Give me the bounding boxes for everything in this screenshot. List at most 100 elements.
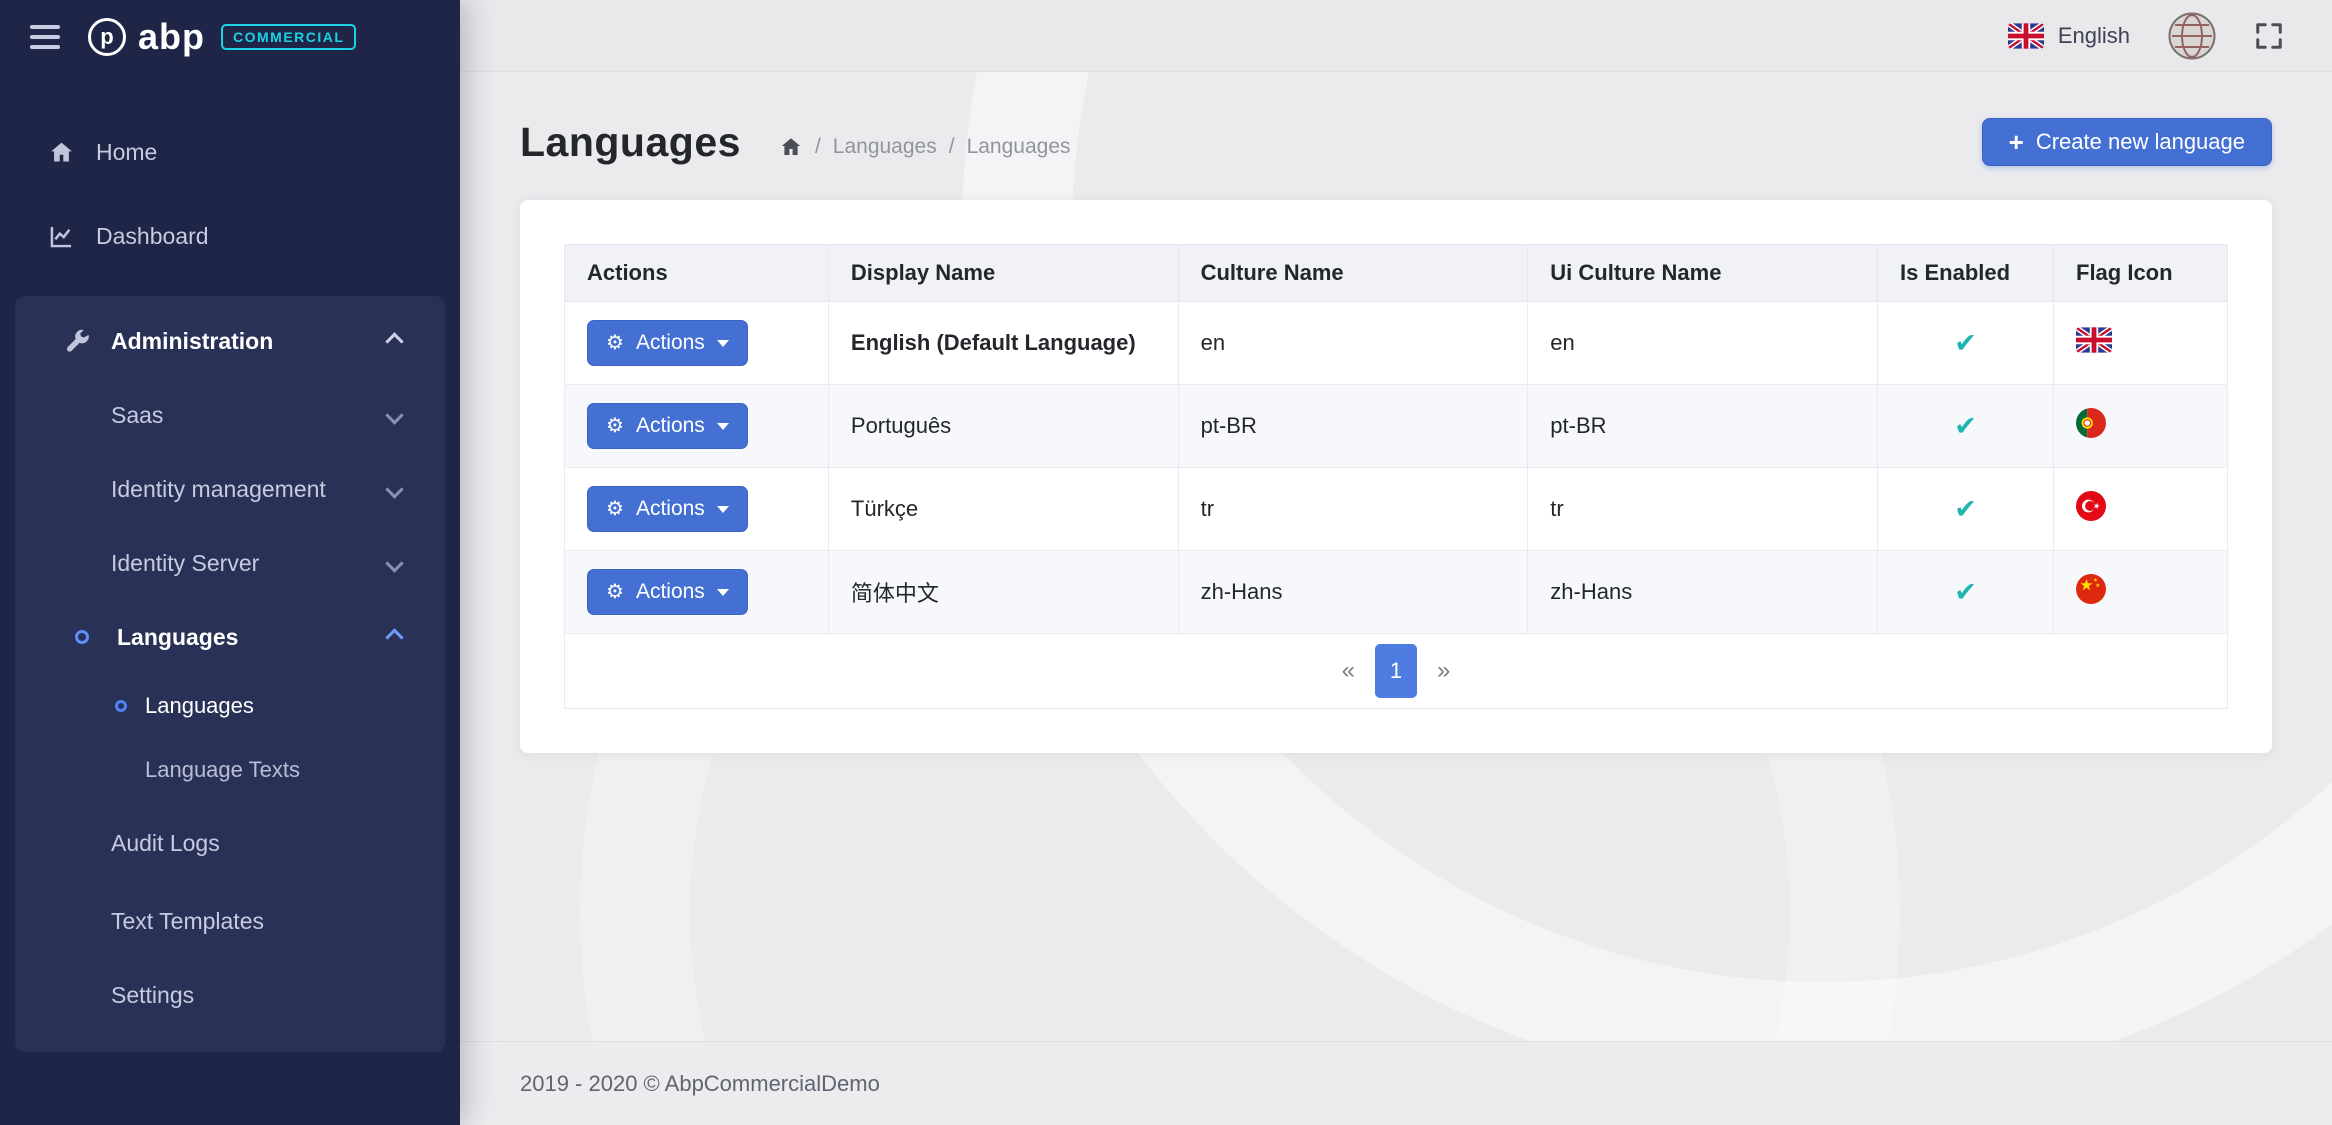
abp-logo-mark-icon: p [88, 18, 126, 56]
sidebar-item-text-templates[interactable]: Text Templates [15, 884, 445, 958]
sidebar-item-label: Languages [117, 624, 238, 651]
sidebar-item-label: Dashboard [96, 223, 209, 250]
menu-toggle-icon[interactable] [30, 25, 60, 49]
breadcrumb-home-icon[interactable] [779, 135, 803, 159]
sidebar-item-languages[interactable]: Languages [15, 600, 445, 674]
languages-card: ActionsDisplay NameCulture NameUi Cultur… [520, 200, 2272, 753]
caret-down-icon [717, 589, 729, 596]
display-name-cell: 简体中文 [828, 551, 1178, 634]
column-header: Display Name [828, 245, 1178, 302]
sidebar-item-identity-server[interactable]: Identity Server [15, 526, 445, 600]
flag-cell [2054, 385, 2228, 468]
column-header: Is Enabled [1878, 245, 2054, 302]
sidebar-item-label: Text Templates [111, 908, 264, 935]
ui-culture-name-cell: tr [1528, 468, 1878, 551]
display-name-cell: English (Default Language) [828, 302, 1178, 385]
chevron-down-icon [385, 406, 403, 424]
sidebar-item-label: Language Texts [145, 757, 300, 783]
display-name-cell: Türkçe [828, 468, 1178, 551]
actions-cell: ⚙ Actions [565, 302, 829, 385]
row-actions-button[interactable]: ⚙ Actions [587, 403, 748, 449]
chevron-down-icon [385, 480, 403, 498]
breadcrumb-item[interactable]: Languages [967, 135, 1071, 159]
sidebar-item-label: Languages [145, 693, 254, 719]
pagination-page-1-button[interactable]: 1 [1375, 644, 1417, 698]
gear-icon: ⚙ [606, 582, 624, 602]
flag-cell [2054, 551, 2228, 634]
display-name-cell: Português [828, 385, 1178, 468]
actions-cell: ⚙ Actions [565, 385, 829, 468]
culture-name-cell: pt-BR [1178, 385, 1528, 468]
caret-down-icon [717, 340, 729, 347]
commercial-badge: COMMERCIAL [221, 24, 356, 50]
pagination-prev-button[interactable]: « [1324, 657, 1373, 685]
breadcrumb-separator: / [949, 135, 955, 159]
plus-icon: + [2009, 129, 2024, 155]
home-icon [44, 139, 78, 166]
sidebar-item-audit-logs[interactable]: Audit Logs [15, 802, 445, 884]
column-header: Actions [565, 245, 829, 302]
sidebar-header: p abp COMMERCIAL [0, 0, 460, 74]
abp-logo-text: abp [138, 16, 205, 58]
actions-button-label: Actions [636, 331, 705, 355]
sidebar-nav: Home Dashboard Administration Saas Ident… [0, 74, 460, 1125]
pagination-next-button[interactable]: » [1419, 657, 1468, 685]
language-switcher[interactable]: English [2008, 23, 2130, 49]
actions-cell: ⚙ Actions [565, 551, 829, 634]
check-icon: ✔ [1954, 328, 1977, 358]
is-enabled-cell: ✔ [1878, 468, 2054, 551]
culture-name-cell: zh-Hans [1178, 551, 1528, 634]
create-button-label: Create new language [2036, 129, 2245, 155]
row-actions-button[interactable]: ⚙ Actions [587, 569, 748, 615]
column-header: Culture Name [1178, 245, 1528, 302]
sidebar-item-saas[interactable]: Saas [15, 378, 445, 452]
gear-icon: ⚙ [606, 416, 624, 436]
ui-culture-name-cell: zh-Hans [1528, 551, 1878, 634]
culture-name-cell: tr [1178, 468, 1528, 551]
page-title: Languages [520, 119, 741, 166]
sidebar: p abp COMMERCIAL Home Dashboard Administ… [0, 0, 460, 1125]
footer: 2019 - 2020 © AbpCommercialDemo [460, 1041, 2332, 1125]
topbar: English [460, 0, 2332, 72]
culture-name-cell: en [1178, 302, 1528, 385]
sidebar-item-administration[interactable]: Administration [15, 304, 445, 378]
table-header-row: ActionsDisplay NameCulture NameUi Cultur… [565, 245, 2228, 302]
check-icon: ✔ [1954, 411, 1977, 441]
sidebar-item-dashboard[interactable]: Dashboard [0, 194, 460, 278]
abp-logo[interactable]: p abp COMMERCIAL [88, 16, 356, 58]
portugal-flag-icon [2076, 408, 2106, 438]
column-header: Ui Culture Name [1528, 245, 1878, 302]
chevron-down-icon [385, 554, 403, 572]
gear-icon: ⚙ [606, 333, 624, 353]
sidebar-item-home[interactable]: Home [0, 110, 460, 194]
breadcrumb-item[interactable]: Languages [833, 135, 937, 159]
chevron-up-icon [385, 332, 403, 350]
is-enabled-cell: ✔ [1878, 302, 2054, 385]
column-header: Flag Icon [2054, 245, 2228, 302]
bullet-ring-icon [115, 700, 127, 712]
sidebar-item-languages-child[interactable]: Languages [15, 674, 445, 738]
languages-table: ActionsDisplay NameCulture NameUi Cultur… [564, 244, 2228, 709]
fullscreen-icon[interactable] [2254, 21, 2284, 51]
create-new-language-button[interactable]: + Create new language [1982, 118, 2272, 166]
ui-culture-name-cell: pt-BR [1528, 385, 1878, 468]
table-row: ⚙ Actions English (Default Language) en … [565, 302, 2228, 385]
check-icon: ✔ [1954, 494, 1977, 524]
user-avatar[interactable] [2168, 12, 2216, 60]
row-actions-button[interactable]: ⚙ Actions [587, 320, 748, 366]
breadcrumb-separator: / [815, 135, 821, 159]
sidebar-item-language-texts[interactable]: Language Texts [15, 738, 445, 802]
sidebar-item-label: Identity management [111, 476, 326, 503]
china-flag-icon [2076, 574, 2106, 604]
is-enabled-cell: ✔ [1878, 551, 2054, 634]
dashboard-chart-icon [44, 223, 78, 250]
pagination-row: « 1 » [565, 634, 2228, 709]
flag-cell [2054, 302, 2228, 385]
sidebar-item-identity-management[interactable]: Identity management [15, 452, 445, 526]
uk-flag-icon [2008, 23, 2044, 49]
row-actions-button[interactable]: ⚙ Actions [587, 486, 748, 532]
languages-ring-icon [65, 630, 99, 644]
sidebar-item-label: Administration [111, 328, 273, 355]
sidebar-item-settings[interactable]: Settings [15, 958, 445, 1032]
flag-cell [2054, 468, 2228, 551]
